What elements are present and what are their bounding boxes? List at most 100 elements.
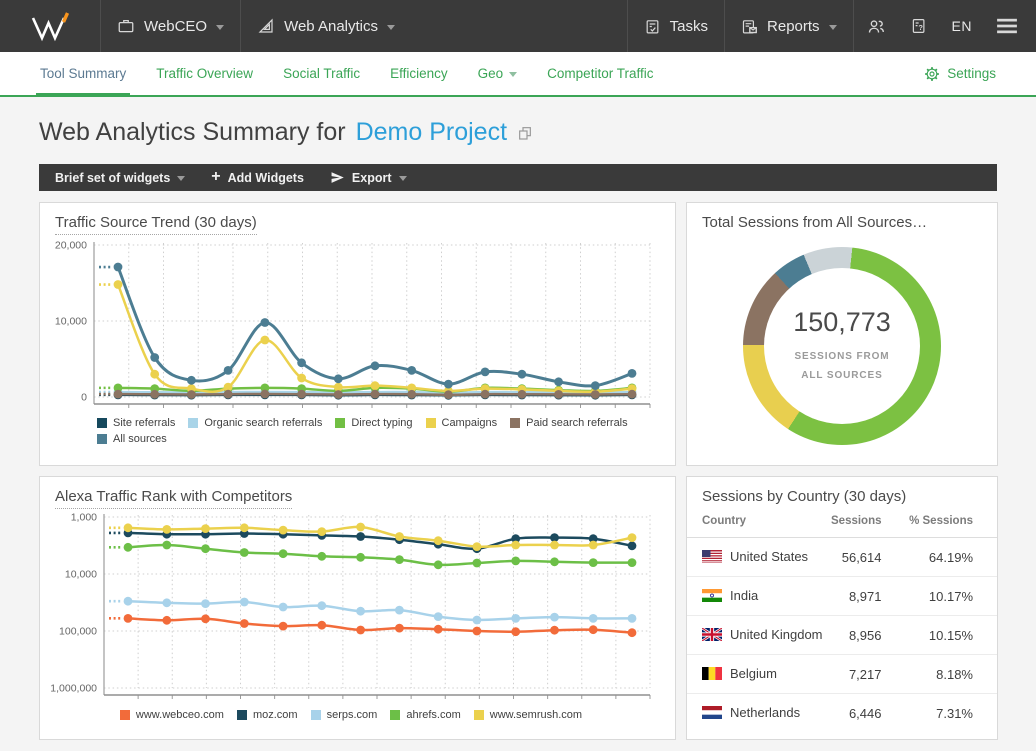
main-menu-button[interactable] xyxy=(984,0,1036,52)
country-cell: United Kingdom xyxy=(687,616,828,655)
flag-icon-in xyxy=(702,589,722,605)
widget-title-link[interactable]: Traffic Source Trend (30 days) xyxy=(55,214,257,235)
legend-item[interactable]: www.webceo.com xyxy=(120,707,224,723)
settings-button[interactable]: Settings xyxy=(924,52,996,95)
legend-label: Campaigns xyxy=(442,415,498,431)
legend-label: serps.com xyxy=(327,707,378,723)
traffic-source-trend-chart[interactable]: 20,00010,0000 xyxy=(40,235,675,411)
widget-traffic-source-trend: Traffic Source Trend (30 days) 20,00010,… xyxy=(39,202,676,466)
widget-set-dropdown[interactable]: Brief set of widgets xyxy=(42,164,198,191)
legend-item[interactable]: Paid search referrals xyxy=(510,415,628,431)
help-button[interactable]: ? xyxy=(898,0,940,52)
legend-label: Site referrals xyxy=(113,415,175,431)
tab-efficiency[interactable]: Efficiency xyxy=(390,52,448,95)
country-cell: India xyxy=(687,577,828,616)
widget-total-sessions: Total Sessions from All Sources… 150,773… xyxy=(686,202,998,466)
webceo-logo[interactable] xyxy=(0,0,100,52)
widget-title-text: Sessions by Country (30 days) xyxy=(702,488,906,505)
page-title-prefix: Web Analytics Summary for xyxy=(39,118,346,147)
legend-item[interactable]: www.semrush.com xyxy=(474,707,582,723)
tasks-button[interactable]: Tasks xyxy=(628,0,724,52)
country-cell: Belgium xyxy=(687,655,828,694)
svg-text:1,000,000: 1,000,000 xyxy=(50,683,97,695)
legend-item[interactable]: Site referrals xyxy=(97,415,175,431)
add-widgets-button[interactable]: + Add Widgets xyxy=(198,164,317,191)
widget-alexa-rank: Alexa Traffic Rank with Competitors 1,00… xyxy=(39,476,676,740)
legend-row: Site referrals Organic search referrals Di… xyxy=(40,415,675,431)
chevron-down-icon xyxy=(216,25,224,30)
tab-traffic-overview[interactable]: Traffic Overview xyxy=(156,52,253,95)
legend-label: All sources xyxy=(113,431,167,447)
widget-grid: Traffic Source Trend (30 days) 20,00010,… xyxy=(39,202,997,740)
svg-text:10,000: 10,000 xyxy=(65,569,97,581)
top-bar: WebCEO Web Analytics Tasks Reports xyxy=(0,0,1036,52)
total-sessions-donut-chart[interactable]: 150,773 SESSIONS FROM ALL SOURCES xyxy=(743,247,941,445)
flag-icon-gb xyxy=(702,628,722,644)
col-pct-sessions: % Sessions xyxy=(906,507,998,538)
legend-item[interactable]: Campaigns xyxy=(426,415,498,431)
copy-icon[interactable] xyxy=(517,125,533,141)
legend-item[interactable]: All sources xyxy=(97,431,167,447)
reports-menu[interactable]: Reports xyxy=(725,0,853,52)
legend-chip xyxy=(120,710,130,720)
widget-title: Sessions by Country (30 days) xyxy=(687,477,997,507)
widget-set-label: Brief set of widgets xyxy=(55,171,170,185)
project-name-link[interactable]: Demo Project xyxy=(356,118,507,147)
legend-label: moz.com xyxy=(253,707,298,723)
country-name: Belgium xyxy=(730,666,777,681)
tab-geo[interactable]: Geo xyxy=(478,52,518,95)
webceo-logo-icon xyxy=(29,9,71,43)
product-menu[interactable]: WebCEO xyxy=(101,0,240,52)
sessions-cell: 7,217 xyxy=(828,655,906,694)
product-label: WebCEO xyxy=(144,18,207,35)
tool-menu[interactable]: Web Analytics xyxy=(241,0,411,52)
users-button[interactable] xyxy=(854,0,898,52)
sessions-by-country-table: CountrySessions% SessionsUnited States56… xyxy=(687,507,997,733)
col-sessions: Sessions xyxy=(828,507,906,538)
legend-chip xyxy=(335,418,345,428)
widget-title: Alexa Traffic Rank with Competitors xyxy=(40,477,675,509)
country-name: United Kingdom xyxy=(730,627,823,642)
chevron-down-icon xyxy=(387,25,395,30)
sessions-cell: 56,614 xyxy=(828,538,906,577)
legend-label: www.webceo.com xyxy=(136,707,224,723)
flag-icon-us xyxy=(702,550,722,566)
legend-item[interactable]: serps.com xyxy=(311,707,378,723)
tab-competitor-traffic[interactable]: Competitor Traffic xyxy=(547,52,653,95)
alexa-rank-chart[interactable]: 1,00010,000100,0001,000,000 xyxy=(40,509,675,703)
widget-sessions-by-country: Sessions by Country (30 days) CountrySes… xyxy=(686,476,998,740)
reports-label: Reports xyxy=(767,18,820,35)
legend-chip xyxy=(188,418,198,428)
settings-label: Settings xyxy=(947,66,996,81)
tab-label: Social Traffic xyxy=(283,66,360,81)
send-icon xyxy=(330,170,345,185)
flag-icon-be xyxy=(702,667,722,683)
tasks-label: Tasks xyxy=(670,18,708,35)
table-row: Netherlands6,4467.31% xyxy=(687,694,997,733)
tab-label: Efficiency xyxy=(390,66,448,81)
total-sessions-label: SESSIONS FROM ALL SOURCES xyxy=(794,347,889,386)
legend-item[interactable]: moz.com xyxy=(237,707,298,723)
legend-item[interactable]: Direct typing xyxy=(335,415,412,431)
table-row: Belgium7,2178.18% xyxy=(687,655,997,694)
legend-item[interactable]: ahrefs.com xyxy=(390,707,460,723)
legend-item[interactable]: Organic search referrals xyxy=(188,415,322,431)
language-selector[interactable]: EN xyxy=(940,0,984,52)
country-name: United States xyxy=(730,549,808,564)
legend-chip xyxy=(311,710,321,720)
donut-center: 150,773 SESSIONS FROM ALL SOURCES xyxy=(764,268,920,424)
tool-nav: Tool Summary Traffic Overview Social Traff… xyxy=(0,52,1036,97)
chevron-down-icon xyxy=(177,176,185,181)
country-cell: Netherlands xyxy=(687,694,828,733)
export-dropdown[interactable]: Export xyxy=(317,164,420,191)
hamburger-icon xyxy=(996,17,1018,35)
legend-row: www.webceo.com moz.com serps.com ahrefs.com… xyxy=(40,707,675,723)
widget-title-link[interactable]: Alexa Traffic Rank with Competitors xyxy=(55,488,292,509)
tab-tool-summary[interactable]: Tool Summary xyxy=(40,52,126,95)
tab-label: Competitor Traffic xyxy=(547,66,653,81)
pct-sessions-cell: 10.17% xyxy=(906,577,998,616)
tab-social-traffic[interactable]: Social Traffic xyxy=(283,52,360,95)
help-doc-icon: ? xyxy=(910,17,928,35)
sessions-cell: 8,971 xyxy=(828,577,906,616)
alexa-rank-legend: www.webceo.com moz.com serps.com ahrefs.com… xyxy=(40,707,675,723)
